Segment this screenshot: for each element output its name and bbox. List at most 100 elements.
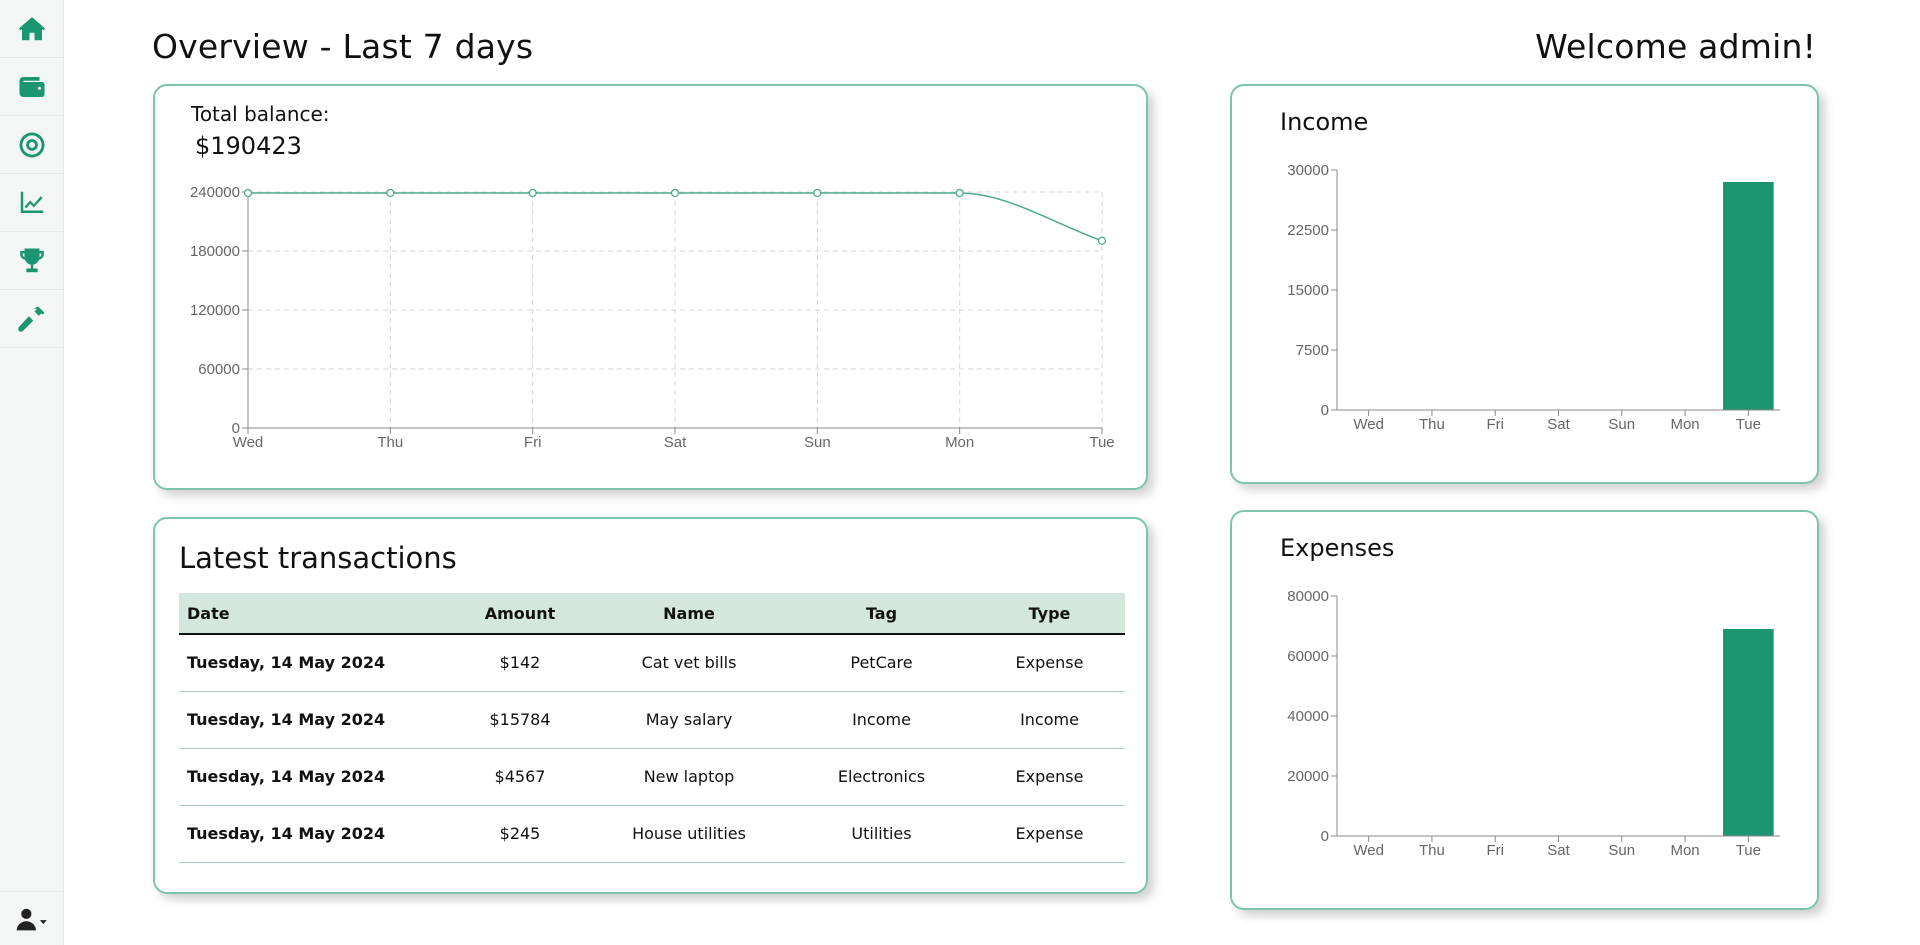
- cell-tag: Utilities: [789, 805, 974, 863]
- page-title: Overview - Last 7 days: [152, 27, 534, 66]
- income-bar-chart: 0 7500 15000 22500 30000 Wed Thu Fri Sat Sun Mon Tu…: [1287, 162, 1780, 433]
- cell-date: Tuesday, 14 May 2024: [179, 748, 451, 806]
- user-menu-button[interactable]: [0, 891, 64, 945]
- sidebar-item-goals[interactable]: [0, 116, 64, 174]
- transactions-table: Date Amount Name Tag Type Tuesday, 14 Ma…: [179, 593, 1125, 863]
- transactions-title: Latest transactions: [179, 541, 457, 575]
- x-tick-label: Mon: [945, 434, 974, 451]
- x-tick-label: Thu: [1419, 416, 1445, 433]
- balance-series-line: [248, 192, 1103, 242]
- balance-line-chart: 060000120000180000240000Wed Thu Fri Sat Sun M…: [190, 184, 1115, 451]
- x-tick-label: Sat: [1547, 842, 1570, 859]
- table-row[interactable]: Tuesday, 14 May 2024 $4567 New laptop El…: [179, 748, 1125, 806]
- x-tick-label: Wed: [1353, 416, 1384, 433]
- target-icon: [19, 132, 45, 157]
- x-tick-label: Fri: [524, 434, 542, 451]
- cell-tag: PetCare: [789, 634, 974, 692]
- balance-card: Total balance: $190423 0 60000 120000 18000…: [153, 84, 1148, 490]
- cell-amount: $142: [451, 634, 589, 692]
- balance-data-point: [386, 188, 395, 198]
- cell-date: Tuesday, 14 May 2024: [179, 634, 451, 692]
- x-tick-label: Sat: [664, 434, 687, 451]
- cell-name: Cat vet bills: [589, 634, 789, 692]
- sidebar-item-tools[interactable]: [0, 290, 64, 348]
- x-tick-label: Thu: [1419, 842, 1445, 859]
- bar: [1723, 629, 1774, 836]
- table-row[interactable]: Tuesday, 14 May 2024 $15784 May salary I…: [179, 691, 1125, 749]
- chart-line-icon: [20, 191, 44, 213]
- cell-name: May salary: [589, 691, 789, 749]
- y-tick-label: 15000: [1287, 282, 1329, 299]
- sidebar: [0, 0, 64, 945]
- balance-data-point: [813, 188, 822, 198]
- y-tick-label: 20000: [1287, 768, 1329, 785]
- x-tick-label: Fri: [1486, 416, 1504, 433]
- x-tick-label: Fri: [1486, 842, 1504, 859]
- x-tick-label: Sat: [1547, 416, 1570, 433]
- transactions-card: Latest transactions Date Amount Name Tag…: [153, 517, 1148, 894]
- x-tick-label: Thu: [377, 434, 403, 451]
- cell-type: Income: [974, 691, 1125, 749]
- expenses-bar-chart: 0 20000 40000 60000 80000 Wed Thu Fri Sat Sun Mon T…: [1287, 588, 1780, 859]
- x-tick-label: Wed: [1353, 842, 1384, 859]
- table-row[interactable]: Tuesday, 14 May 2024 $245 House utilitie…: [179, 805, 1125, 863]
- cell-tag: Electronics: [789, 748, 974, 806]
- cell-date: Tuesday, 14 May 2024: [179, 805, 451, 863]
- x-tick-label: Tue: [1736, 416, 1761, 433]
- cell-name: House utilities: [589, 805, 789, 863]
- table-row[interactable]: Tuesday, 14 May 2024 $142 Cat vet bills …: [179, 634, 1125, 692]
- x-tick-label: Sun: [804, 434, 831, 451]
- cell-type: Expense: [974, 634, 1125, 692]
- cell-amount: $4567: [451, 748, 589, 806]
- y-tick-label: 0: [1321, 828, 1329, 845]
- balance-data-point: [243, 188, 253, 198]
- hammer-icon: [18, 306, 45, 332]
- x-tick-label: Sun: [1608, 842, 1635, 859]
- balance-data-point: [528, 188, 537, 198]
- cell-amount: $15784: [451, 691, 589, 749]
- column-header-date: Date: [179, 593, 451, 635]
- cell-type: Expense: [974, 805, 1125, 863]
- sidebar-item-home[interactable]: [0, 0, 64, 58]
- y-tick-label: 60000: [198, 361, 240, 378]
- y-tick-label: 80000: [1287, 588, 1329, 605]
- expenses-card: Expenses 0 20000 40000 60000 80000 Wed Thu Fri S…: [1230, 510, 1819, 910]
- bar: [1723, 182, 1774, 410]
- sidebar-item-stats[interactable]: [0, 174, 64, 232]
- income-card: Income 0 7500 15000 22500 30000 Wed Thu Fri Sat S…: [1230, 84, 1819, 484]
- column-header-type: Type: [974, 593, 1125, 635]
- home-icon: [18, 16, 46, 40]
- x-tick-label: Sun: [1608, 416, 1635, 433]
- x-tick-label: Tue: [1089, 434, 1114, 451]
- balance-data-point: [670, 188, 680, 198]
- column-header-tag: Tag: [789, 593, 974, 635]
- x-tick-label: Tue: [1736, 842, 1761, 859]
- trophy-icon: [20, 248, 44, 272]
- balance-data-point: [1097, 236, 1107, 245]
- cell-date: Tuesday, 14 May 2024: [179, 691, 451, 749]
- column-header-amount: Amount: [451, 593, 589, 635]
- sidebar-item-achievements[interactable]: [0, 232, 64, 290]
- sidebar-item-wallet[interactable]: [0, 58, 64, 116]
- y-tick-label: 22500: [1287, 222, 1329, 239]
- x-tick-label: Wed: [233, 434, 264, 451]
- x-tick-label: Mon: [1670, 842, 1699, 859]
- welcome-message: Welcome admin!: [1535, 27, 1816, 66]
- y-tick-label: 7500: [1296, 342, 1329, 359]
- cell-type: Expense: [974, 748, 1125, 806]
- y-tick-label: 180000: [190, 243, 240, 260]
- cell-name: New laptop: [589, 748, 789, 806]
- y-tick-label: 240000: [190, 184, 240, 201]
- y-tick-label: 0: [1321, 402, 1329, 419]
- column-header-name: Name: [589, 593, 789, 635]
- y-tick-label: 40000: [1287, 708, 1329, 725]
- y-tick-label: 30000: [1287, 162, 1329, 179]
- y-tick-label: 60000: [1287, 648, 1329, 665]
- y-tick-label: 120000: [190, 302, 240, 319]
- x-tick-label: Mon: [1670, 416, 1699, 433]
- balance-data-point: [955, 188, 964, 198]
- cell-tag: Income: [789, 691, 974, 749]
- wallet-icon: [19, 76, 45, 97]
- user-dropdown-icon: [16, 908, 47, 930]
- table-header-row: Date Amount Name Tag Type: [179, 593, 1125, 635]
